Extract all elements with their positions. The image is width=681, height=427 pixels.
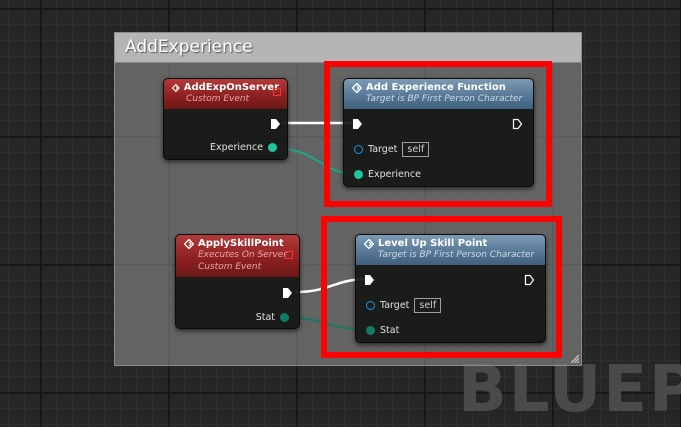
pin-label-stat: Stat bbox=[255, 312, 275, 323]
blueprint-watermark: BLUEP bbox=[458, 353, 681, 427]
exec-out-pin-icon[interactable] bbox=[282, 287, 293, 299]
delegate-pin-icon[interactable] bbox=[273, 88, 281, 96]
node-header: AddExpOnServer Custom Event bbox=[164, 79, 287, 109]
experience-out-pin-row[interactable]: Experience bbox=[210, 142, 277, 153]
node-add-exp-on-server[interactable]: AddExpOnServer Custom Event Experience bbox=[163, 78, 288, 160]
comment-title[interactable]: AddExperience bbox=[115, 33, 581, 63]
stat-out-pin-icon[interactable] bbox=[280, 313, 289, 322]
experience-out-pin-icon[interactable] bbox=[268, 143, 277, 152]
node-title: AddExpOnServer bbox=[183, 82, 279, 93]
highlight-box-add-experience bbox=[324, 61, 552, 207]
event-icon bbox=[172, 83, 180, 92]
node-subtitle: Custom Event bbox=[198, 262, 262, 272]
highlight-box-level-up bbox=[321, 216, 562, 358]
exec-out-pin-row[interactable] bbox=[282, 287, 293, 299]
node-title: ApplySkillPoint bbox=[198, 238, 284, 249]
node-subtitle: Custom Event bbox=[186, 94, 250, 104]
stat-out-pin-row[interactable]: Stat bbox=[256, 312, 289, 323]
node-apply-skill-point[interactable]: ApplySkillPoint Executes On Server Custo… bbox=[175, 234, 300, 329]
node-header: ApplySkillPoint Executes On Server Custo… bbox=[176, 235, 299, 277]
event-icon bbox=[184, 238, 194, 249]
delegate-pin-icon[interactable] bbox=[285, 251, 293, 259]
pin-label-experience: Experience bbox=[210, 142, 263, 153]
exec-out-pin-icon[interactable] bbox=[270, 118, 281, 130]
exec-out-pin-row[interactable] bbox=[270, 118, 281, 130]
node-subtitle-replication: Executes On Server bbox=[198, 250, 287, 260]
resize-grip-icon[interactable] bbox=[569, 353, 579, 363]
